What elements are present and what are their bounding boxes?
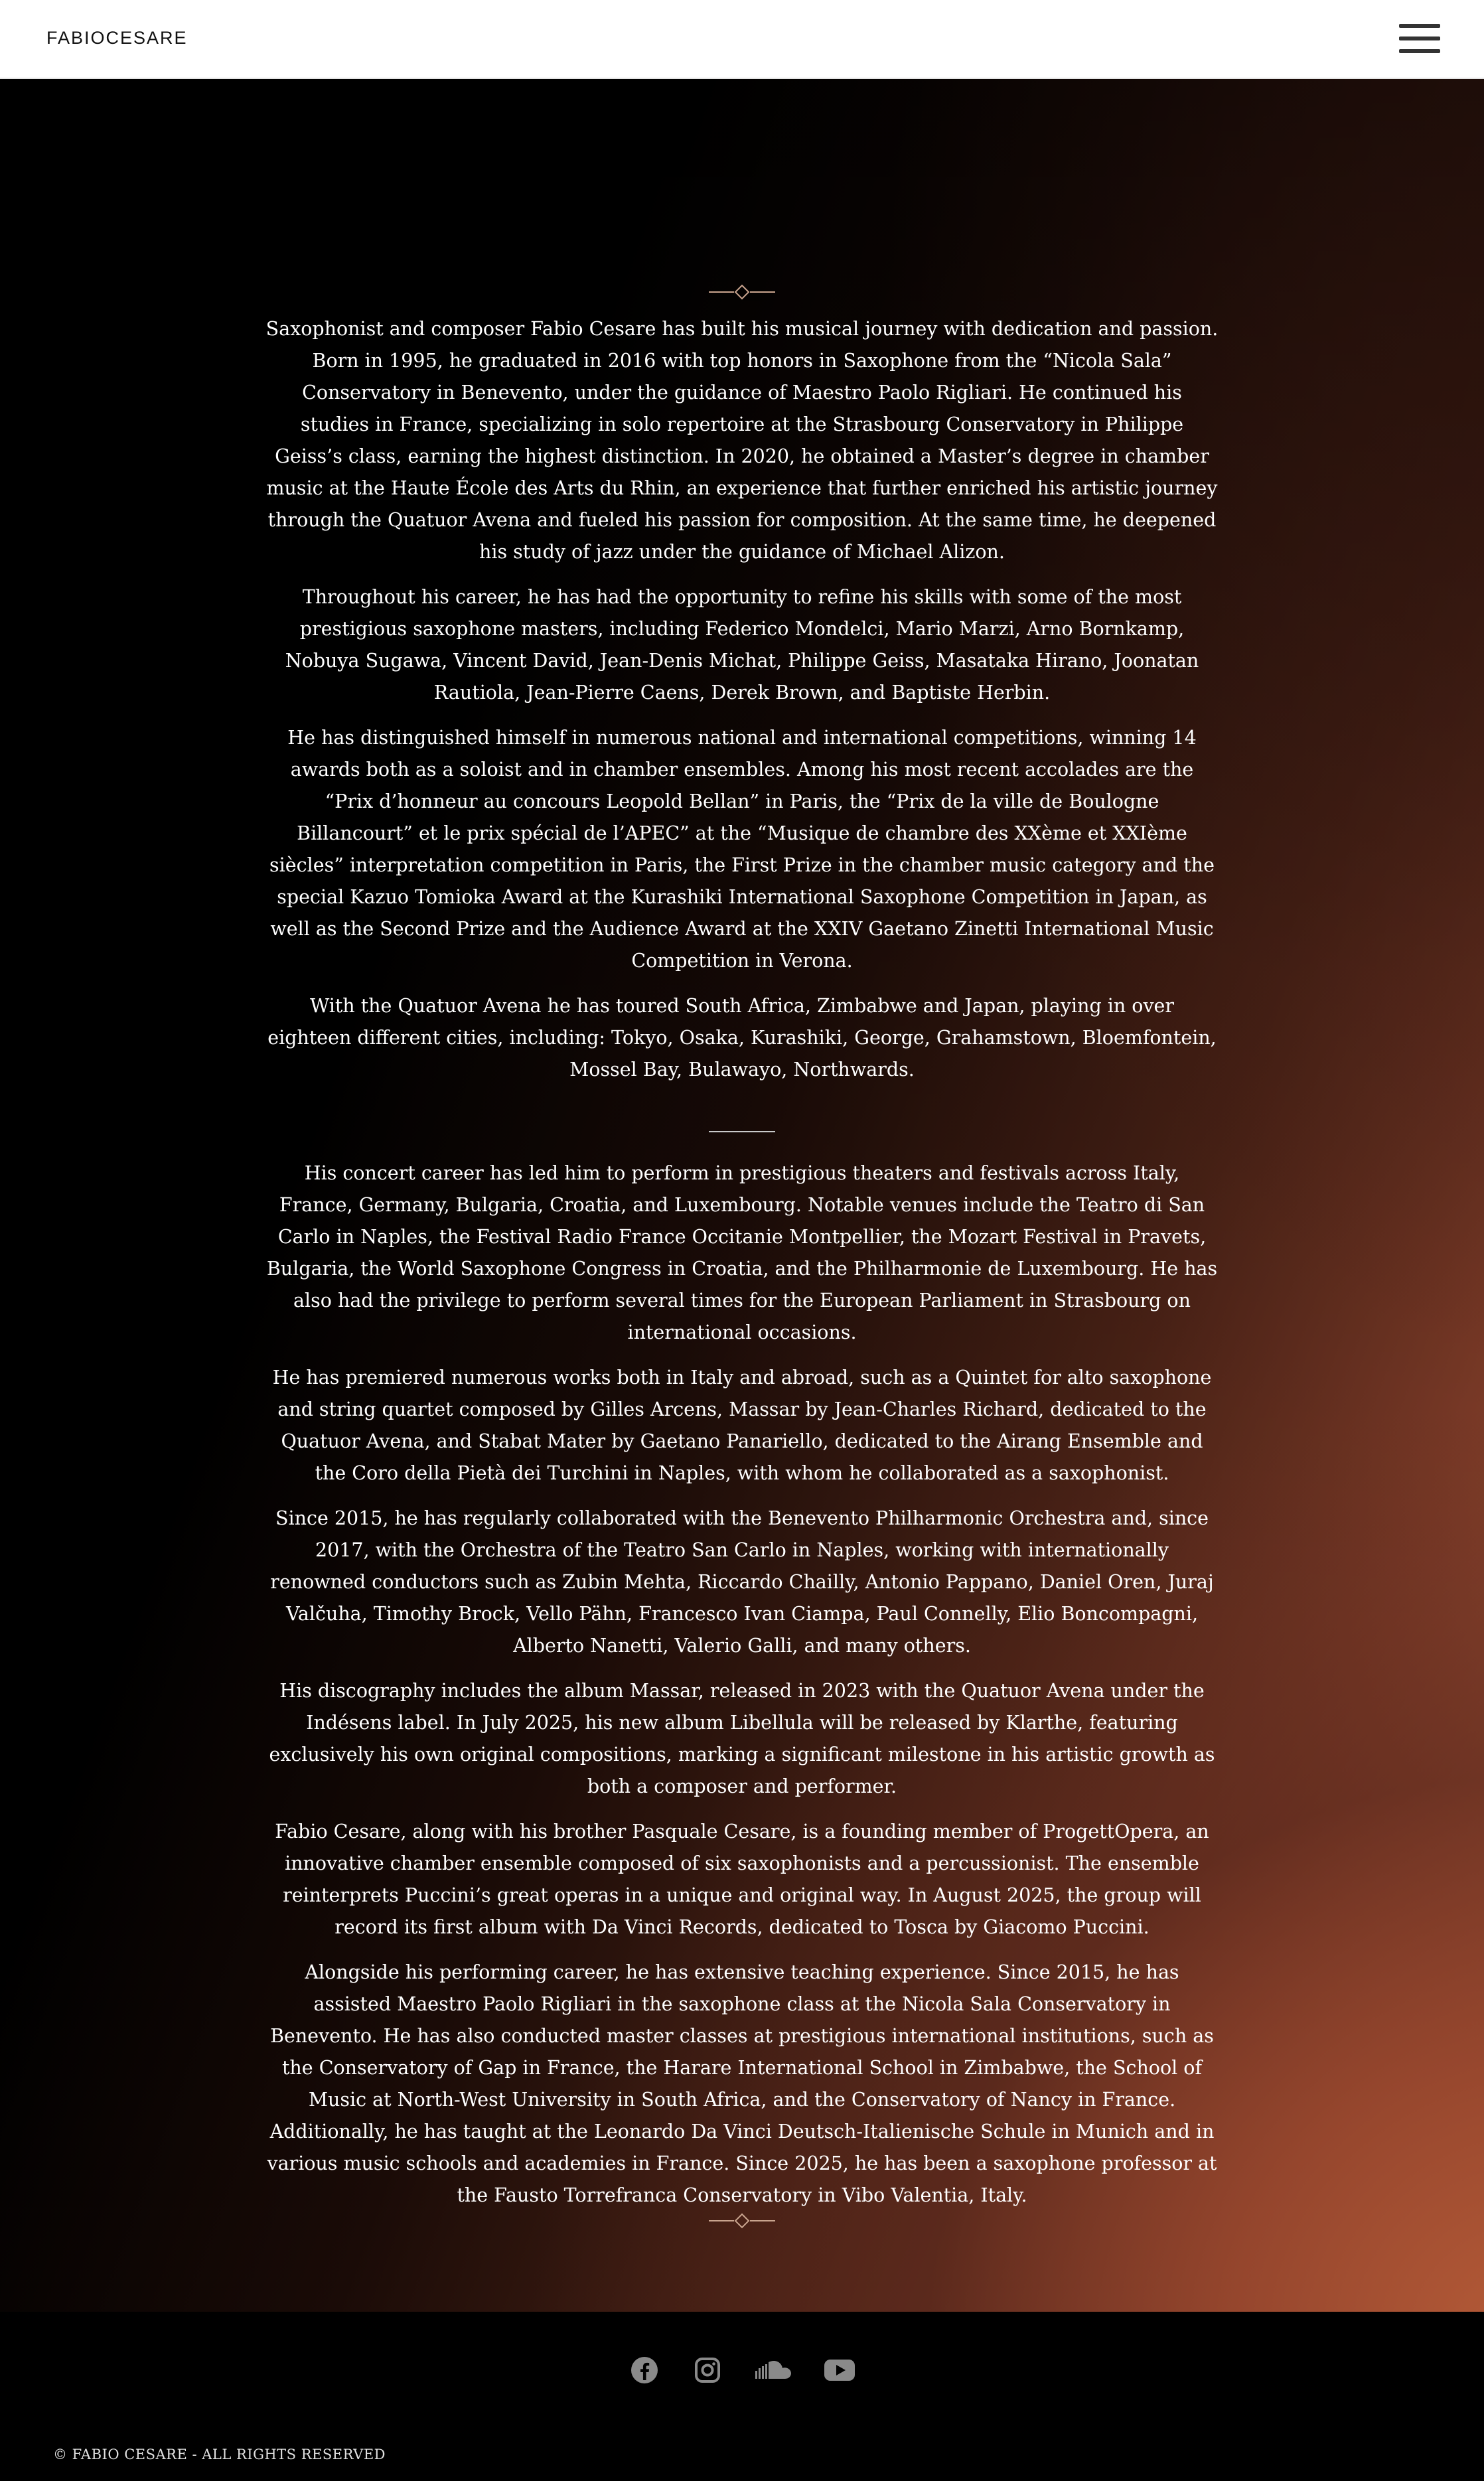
menu-line — [1399, 49, 1440, 53]
bio-paragraph: With the Quatuor Avena he has toured Sou… — [267, 995, 1217, 1081]
menu-line — [1399, 37, 1440, 40]
ornament-top-icon — [709, 284, 775, 300]
social-links — [629, 2354, 855, 2386]
site-logo[interactable]: FABIOCESARE — [46, 28, 188, 48]
bio-paragraph: Since 2015, he has regularly collaborate… — [270, 1507, 1214, 1657]
bio-paragraph: His discography includes the album Massa… — [269, 1680, 1215, 1797]
bio-paragraph: Throughout his career, he has had the op… — [285, 586, 1199, 704]
soundcloud-icon[interactable] — [755, 2355, 792, 2385]
bio-paragraph: His concert career has led him to perfor… — [266, 1162, 1218, 1343]
menu-line — [1399, 24, 1440, 28]
section-divider — [709, 1131, 775, 1132]
bio-paragraph: Fabio Cesare, along with his brother Pas… — [275, 1821, 1209, 1938]
bio-paragraph: Saxophonist and composer Fabio Cesare ha… — [265, 318, 1219, 563]
youtube-icon[interactable] — [824, 2355, 855, 2385]
bio-paragraph: He has premiered numerous works both in … — [272, 1367, 1212, 1484]
facebook-icon[interactable] — [629, 2355, 660, 2385]
site-header: FABIOCESARE — [0, 0, 1484, 79]
hamburger-menu-button[interactable] — [1399, 24, 1440, 53]
bio-content: Saxophonist and composer Fabio Cesare ha… — [265, 279, 1219, 2234]
copyright-text: © FABIO CESARE - ALL RIGHTS RESERVED — [53, 2446, 386, 2462]
ornament-bottom-icon — [709, 2213, 775, 2229]
bio-paragraph: He has distinguished himself in numerous… — [269, 727, 1215, 972]
instagram-icon[interactable] — [692, 2355, 723, 2385]
bio-paragraph: Alongside his performing career, he has … — [267, 1961, 1217, 2206]
